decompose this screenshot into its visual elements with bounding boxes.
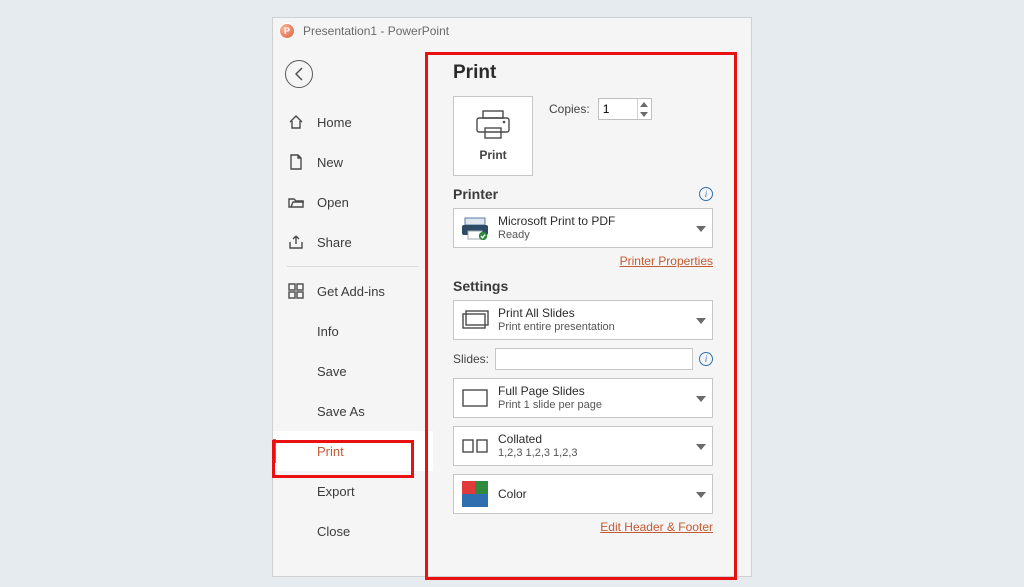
print-range-main: Print All Slides — [498, 306, 615, 320]
powerpoint-logo-icon: P — [279, 23, 295, 39]
backstage-window: P Presentation1 - PowerPoint Home New — [272, 17, 752, 577]
nav-print-label: Print — [317, 444, 344, 459]
nav-export-label: Export — [317, 484, 355, 499]
nav-export[interactable]: Export — [273, 471, 433, 511]
print-button[interactable]: Print — [453, 96, 533, 176]
open-icon — [287, 193, 305, 211]
nav-close-label: Close — [317, 524, 350, 539]
nav-info-label: Info — [317, 324, 339, 339]
nav-share[interactable]: Share — [273, 222, 433, 262]
collate-icon — [460, 431, 490, 461]
addins-icon — [287, 282, 305, 300]
nav-home-label: Home — [317, 115, 352, 130]
selected-printer-icon — [460, 213, 490, 243]
back-button[interactable] — [285, 60, 313, 88]
settings-section-heading: Settings — [453, 278, 508, 294]
printer-large-icon — [474, 110, 512, 140]
nav-new[interactable]: New — [273, 142, 433, 182]
print-pane: Print Print Copies: — [443, 56, 723, 576]
printer-dropdown[interactable]: Microsoft Print to PDF Ready — [453, 208, 713, 248]
share-icon — [287, 233, 305, 251]
nav-separator — [287, 266, 419, 267]
chevron-down-icon — [696, 311, 706, 329]
title-bar: P Presentation1 - PowerPoint — [273, 18, 751, 44]
chevron-down-icon — [696, 437, 706, 455]
collate-main: Collated — [498, 432, 578, 446]
chevron-down-icon — [696, 389, 706, 407]
backstage-nav: Home New Open Share — [273, 44, 433, 576]
nav-saveas-label: Save As — [317, 404, 365, 419]
color-dropdown[interactable]: Color — [453, 474, 713, 514]
copies-spinner[interactable] — [598, 98, 652, 120]
collate-dropdown[interactable]: Collated 1,2,3 1,2,3 1,2,3 — [453, 426, 713, 466]
printer-status: Ready — [498, 229, 615, 242]
layout-sub: Print 1 slide per page — [498, 399, 602, 412]
print-button-label: Print — [479, 148, 506, 162]
nav-open[interactable]: Open — [273, 182, 433, 222]
print-heading: Print — [453, 62, 713, 84]
layout-icon — [460, 383, 490, 413]
collate-sub: 1,2,3 1,2,3 1,2,3 — [498, 447, 578, 460]
nav-addins[interactable]: Get Add-ins — [273, 271, 433, 311]
layout-main: Full Page Slides — [498, 384, 602, 398]
nav-info[interactable]: Info — [273, 311, 433, 351]
nav-open-label: Open — [317, 195, 349, 210]
nav-saveas[interactable]: Save As — [273, 391, 433, 431]
color-icon — [460, 479, 490, 509]
nav-share-label: Share — [317, 235, 352, 250]
nav-home[interactable]: Home — [273, 102, 433, 142]
printer-name: Microsoft Print to PDF — [498, 214, 615, 228]
chevron-down-icon — [696, 219, 706, 237]
print-range-dropdown[interactable]: Print All Slides Print entire presentati… — [453, 300, 713, 340]
nav-print[interactable]: Print — [273, 431, 433, 471]
nav-save-label: Save — [317, 364, 347, 379]
chevron-down-icon — [696, 485, 706, 503]
copies-input[interactable] — [599, 99, 635, 119]
slides-label: Slides: — [453, 352, 489, 366]
slides-info-icon[interactable]: i — [699, 352, 713, 366]
edit-header-footer-link[interactable]: Edit Header & Footer — [600, 520, 713, 534]
nav-new-label: New — [317, 155, 343, 170]
printer-section-heading: Printer — [453, 186, 498, 202]
nav-addins-label: Get Add-ins — [317, 284, 385, 299]
nav-save[interactable]: Save — [273, 351, 433, 391]
printer-properties-link[interactable]: Printer Properties — [620, 254, 713, 268]
color-main: Color — [498, 487, 527, 501]
nav-close[interactable]: Close — [273, 511, 433, 551]
home-icon — [287, 113, 305, 131]
new-icon — [287, 153, 305, 171]
layout-dropdown[interactable]: Full Page Slides Print 1 slide per page — [453, 378, 713, 418]
copies-label: Copies: — [549, 102, 590, 116]
copies-down[interactable] — [638, 109, 651, 119]
slides-input[interactable] — [495, 348, 693, 370]
printer-info-icon[interactable]: i — [699, 187, 713, 201]
print-range-sub: Print entire presentation — [498, 321, 615, 334]
print-range-icon — [460, 305, 490, 335]
copies-up[interactable] — [638, 99, 651, 109]
window-title: Presentation1 - PowerPoint — [303, 24, 449, 38]
back-arrow-icon — [291, 66, 307, 82]
